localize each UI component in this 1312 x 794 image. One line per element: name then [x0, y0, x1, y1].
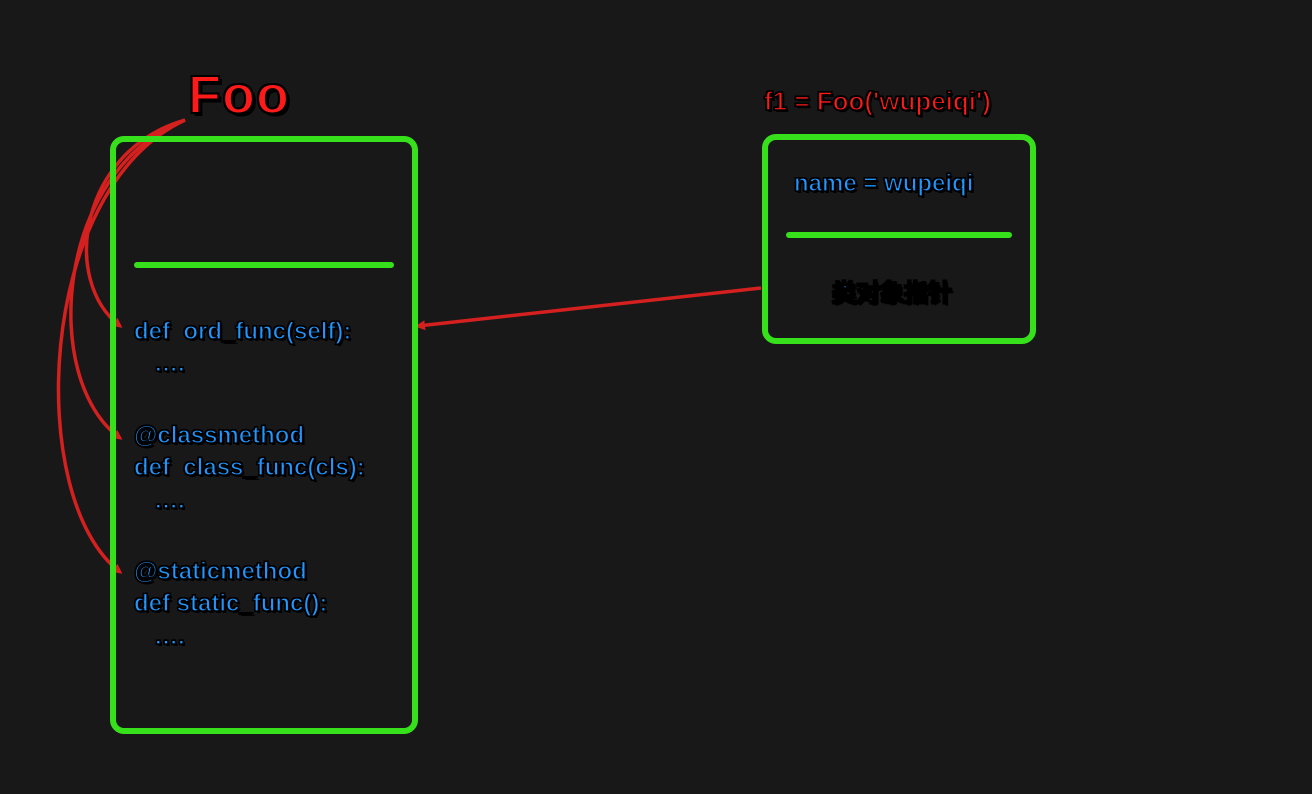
diagram-stage: Foo def ord_func(self): …. @classmethod … [0, 0, 1312, 794]
arrow-instance-to-class [418, 288, 761, 326]
instance-pointer-label: 类对象指针 [832, 278, 952, 310]
instance-title: f1 = Foo('wupeiqi') [764, 86, 991, 117]
instance-attribute: name = wupeiqi [794, 168, 973, 200]
instance-box [762, 134, 1036, 344]
instance-box-divider [786, 232, 1012, 238]
method-class-func: @classmethod def class_func(cls): …. [134, 420, 365, 517]
method-ord-func: def ord_func(self): …. [134, 316, 351, 381]
class-title: Foo [188, 64, 290, 126]
method-static-func: @staticmethod def static_func(): …. [134, 556, 327, 653]
class-box-divider [134, 262, 394, 268]
